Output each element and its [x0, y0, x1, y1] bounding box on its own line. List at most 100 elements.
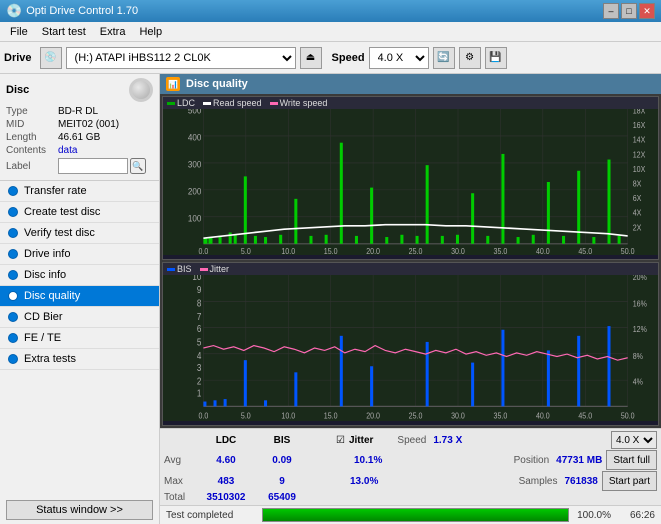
svg-text:15.0: 15.0	[324, 411, 338, 421]
nav-label: Drive info	[24, 248, 70, 260]
svg-text:10.0: 10.0	[281, 247, 295, 255]
avg-ldc: 4.60	[200, 455, 252, 466]
nav-label: Transfer rate	[24, 185, 87, 197]
svg-text:10X: 10X	[633, 165, 646, 174]
samples-value: 761838	[564, 476, 597, 487]
drive-select[interactable]: (H:) ATAPI iHBS112 2 CL0K	[66, 47, 296, 69]
start-full-button[interactable]: Start full	[606, 450, 657, 470]
ldc-chart-svg: 500 400 300 200 100 18X 16X 14X 12X 10X …	[163, 109, 658, 255]
disc-panel: Disc Type BD-R DL MID MEIT02 (001) Lengt…	[0, 74, 159, 181]
speed-select[interactable]: 4.0 X 2.0 X 8.0 X	[369, 47, 429, 69]
sidebar-item-create-test-disc[interactable]: Create test disc	[0, 202, 159, 223]
label-search-button[interactable]: 🔍	[130, 158, 146, 174]
speed-stat-value: 1.73 X	[433, 435, 462, 446]
svg-text:6: 6	[197, 323, 202, 334]
ldc-legend-label: LDC	[177, 98, 195, 108]
length-value: 46.61 GB	[58, 132, 100, 143]
svg-text:50.0: 50.0	[621, 411, 635, 421]
svg-text:45.0: 45.0	[578, 411, 592, 421]
sidebar-item-disc-info[interactable]: Disc info	[0, 265, 159, 286]
drive-label: Drive	[4, 52, 32, 64]
svg-text:8%: 8%	[633, 351, 643, 361]
avg-bis: 0.09	[256, 455, 308, 466]
start-part-button[interactable]: Start part	[602, 471, 657, 491]
svg-text:1: 1	[197, 388, 202, 399]
main-layout: Disc Type BD-R DL MID MEIT02 (001) Lengt…	[0, 74, 661, 524]
nav-dot	[8, 354, 18, 364]
mid-label: MID	[6, 119, 58, 130]
save-button[interactable]: 💾	[485, 47, 507, 69]
nav-dot	[8, 249, 18, 259]
disc-icon	[129, 78, 153, 102]
title-bar: 💿 Opti Drive Control 1.70 – □ ✕	[0, 0, 661, 22]
maximize-button[interactable]: □	[621, 3, 637, 19]
svg-text:4X: 4X	[633, 208, 642, 217]
nav-dot	[8, 291, 18, 301]
svg-text:100: 100	[188, 213, 202, 224]
svg-text:200: 200	[188, 186, 202, 197]
jitter-check: ☑	[336, 435, 345, 446]
label-input[interactable]	[58, 158, 128, 174]
svg-text:20.0: 20.0	[366, 247, 380, 255]
nav-label: Extra tests	[24, 353, 76, 365]
total-ldc: 3510302	[200, 492, 252, 503]
minimize-button[interactable]: –	[603, 3, 619, 19]
sidebar-item-extra-tests[interactable]: Extra tests	[0, 349, 159, 370]
progress-section: Test completed 100.0% 66:26	[160, 505, 661, 524]
nav-label: Create test disc	[24, 206, 100, 218]
eject-button[interactable]: ⏏	[300, 47, 322, 69]
nav-dot	[8, 270, 18, 280]
svg-text:20%: 20%	[633, 275, 647, 282]
nav-dot	[8, 312, 18, 322]
nav-dot	[8, 186, 18, 196]
menu-start-test[interactable]: Start test	[36, 24, 92, 40]
nav-label: Disc quality	[24, 290, 80, 302]
speed-stat-select[interactable]: 4.0 X	[611, 431, 657, 449]
nav-label: Verify test disc	[24, 227, 95, 239]
ldc-legend: LDC Read speed Write speed	[163, 97, 658, 109]
status-text: Test completed	[166, 510, 256, 521]
status-window-button[interactable]: Status window >>	[6, 500, 153, 520]
jitter-legend-label: Jitter	[210, 264, 230, 274]
close-button[interactable]: ✕	[639, 3, 655, 19]
settings-button[interactable]: ⚙	[459, 47, 481, 69]
type-label: Type	[6, 106, 58, 117]
svg-text:400: 400	[188, 132, 202, 143]
svg-text:8X: 8X	[633, 179, 642, 188]
disc-panel-title: Disc	[6, 84, 29, 96]
sidebar-item-fe-te[interactable]: FE / TE	[0, 328, 159, 349]
menu-file[interactable]: File	[4, 24, 34, 40]
svg-text:10: 10	[192, 275, 201, 282]
refresh-button[interactable]: 🔄	[433, 47, 455, 69]
svg-text:50.0: 50.0	[621, 247, 635, 255]
drive-icon-btn[interactable]: 💿	[40, 47, 62, 69]
stats-bar: LDC BIS ☑ Jitter Speed 1.73 X 4.0 X Avg …	[160, 428, 661, 505]
position-value: 47731 MB	[556, 455, 602, 466]
svg-text:9: 9	[197, 285, 202, 296]
menu-help[interactable]: Help	[133, 24, 168, 40]
max-ldc: 483	[200, 476, 252, 487]
sidebar-item-transfer-rate[interactable]: Transfer rate	[0, 181, 159, 202]
svg-text:14X: 14X	[633, 135, 646, 144]
speed-label: Speed	[332, 52, 365, 64]
svg-text:5.0: 5.0	[241, 411, 251, 421]
svg-text:40.0: 40.0	[536, 411, 550, 421]
bis-header: BIS	[256, 435, 308, 446]
avg-label: Avg	[164, 455, 196, 466]
nav-label: FE / TE	[24, 332, 61, 344]
sidebar-item-drive-info[interactable]: Drive info	[0, 244, 159, 265]
jitter-header: Jitter	[349, 435, 373, 446]
bis-chart-svg: 10 9 8 7 6 5 4 3 2 1 20% 16% 12% 8% 4%	[163, 275, 658, 421]
writespeed-legend-label: Write speed	[280, 98, 328, 108]
charts-container: LDC Read speed Write speed	[160, 94, 661, 428]
progress-percent: 100.0%	[575, 510, 611, 521]
progress-time: 66:26	[617, 510, 655, 521]
max-label: Max	[164, 476, 196, 487]
svg-text:25.0: 25.0	[409, 247, 423, 255]
menu-extra[interactable]: Extra	[94, 24, 132, 40]
svg-text:20.0: 20.0	[366, 411, 380, 421]
menu-bar: File Start test Extra Help	[0, 22, 661, 42]
sidebar-item-disc-quality[interactable]: Disc quality	[0, 286, 159, 307]
sidebar-item-cd-bier[interactable]: CD Bier	[0, 307, 159, 328]
sidebar-item-verify-test-disc[interactable]: Verify test disc	[0, 223, 159, 244]
